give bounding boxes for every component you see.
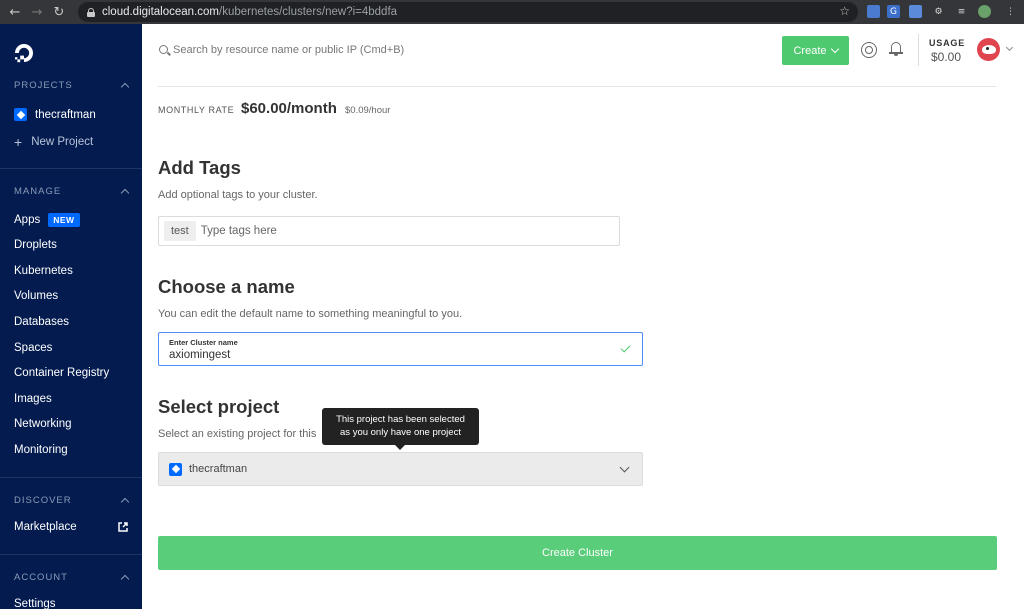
forward-arrow-icon[interactable]: → <box>28 3 46 21</box>
bookmark-star-icon[interactable]: ☆ <box>839 4 850 18</box>
monthly-rate-label: MONTHLY RATE <box>158 105 235 115</box>
extension-icon[interactable] <box>909 5 922 18</box>
section-divider <box>158 86 996 87</box>
chevron-down-icon <box>619 462 630 473</box>
create-cluster-button[interactable]: Create Cluster <box>158 536 997 570</box>
sidebar-project-thecraftman[interactable]: thecraftman <box>14 108 96 121</box>
lock-icon <box>87 7 95 17</box>
collapse-caret-icon <box>120 82 130 92</box>
cluster-name-label: Enter Cluster name <box>169 338 238 347</box>
url-path: /kubernetes/clusters/new?i=4bddfa <box>219 6 398 18</box>
usage-value[interactable]: $0.00 <box>931 50 961 64</box>
sidebar-item-settings[interactable]: Settings <box>14 598 56 609</box>
discover-section-header[interactable]: DISCOVER <box>14 495 130 507</box>
sidebar-item-networking[interactable]: Networking <box>14 418 72 430</box>
add-tags-heading: Add Tags <box>158 157 241 178</box>
digitalocean-logo-icon[interactable] <box>13 42 35 64</box>
reload-icon[interactable]: ↻ <box>50 3 68 21</box>
help-lifebuoy-icon[interactable] <box>861 42 877 58</box>
user-avatar-icon[interactable] <box>977 38 1000 61</box>
hourly-rate-value: $0.09/hour <box>345 105 391 116</box>
sidebar-divider <box>0 168 142 169</box>
new-project-link[interactable]: + New Project <box>14 135 93 149</box>
project-icon <box>14 108 27 121</box>
search-input[interactable] <box>173 40 573 60</box>
top-header: Create USAGE $0.00 <box>142 24 1024 76</box>
collapse-caret-icon <box>120 188 130 198</box>
sidebar-item-images[interactable]: Images <box>14 393 52 405</box>
sidebar-item-apps[interactable]: Apps NEW <box>14 213 80 227</box>
search-icon <box>159 45 168 54</box>
select-project-description: Select an existing project for this <box>158 428 317 440</box>
tag-chip[interactable]: test <box>164 221 196 241</box>
project-select[interactable]: thecraftman <box>158 452 643 486</box>
puzzle-extensions-icon[interactable]: ⚙ <box>932 5 945 18</box>
sidebar-item-databases[interactable]: Databases <box>14 316 69 328</box>
manage-section-header[interactable]: MANAGE <box>14 186 130 198</box>
sidebar-item-volumes[interactable]: Volumes <box>14 290 58 302</box>
checkmark-icon <box>620 342 631 353</box>
browser-menu-icon[interactable]: ⋮ <box>1004 5 1017 18</box>
sidebar: PROJECTS thecraftman + New Project MANAG… <box>0 24 142 609</box>
header-divider <box>918 34 919 66</box>
tags-field[interactable]: test <box>158 216 620 246</box>
select-project-heading: Select project <box>158 396 280 417</box>
choose-name-heading: Choose a name <box>158 276 295 297</box>
monthly-rate-value: $60.00/month <box>241 100 337 117</box>
notifications-bell-icon[interactable] <box>889 41 903 57</box>
choose-name-description: You can edit the default name to somethi… <box>158 308 463 320</box>
sidebar-item-marketplace[interactable]: Marketplace <box>14 521 128 533</box>
sidebar-item-container-registry[interactable]: Container Registry <box>14 367 109 379</box>
chevron-down-icon[interactable] <box>1005 43 1014 52</box>
extension-icon[interactable] <box>867 5 880 18</box>
create-button[interactable]: Create <box>782 36 849 65</box>
project-select-value: thecraftman <box>189 463 248 475</box>
sidebar-divider <box>0 477 142 478</box>
add-tags-description: Add optional tags to your cluster. <box>158 189 318 201</box>
projects-section-header[interactable]: PROJECTS <box>14 80 130 92</box>
chevron-down-icon <box>830 44 839 54</box>
profile-avatar-icon[interactable] <box>978 5 991 18</box>
usage-label: USAGE <box>929 38 966 48</box>
sidebar-item-kubernetes[interactable]: Kubernetes <box>14 265 73 277</box>
url-host: cloud.digitalocean.com <box>102 6 219 18</box>
plus-icon: + <box>14 134 23 150</box>
back-arrow-icon[interactable]: ← <box>6 3 24 21</box>
new-badge: NEW <box>48 213 80 227</box>
project-tooltip: This project has been selected as you on… <box>322 408 479 450</box>
collapse-caret-icon <box>120 497 130 507</box>
sidebar-item-spaces[interactable]: Spaces <box>14 342 52 354</box>
tags-input[interactable] <box>197 225 498 237</box>
translate-extension-icon[interactable]: G <box>887 5 900 18</box>
reading-list-icon[interactable]: ≡ <box>955 5 968 18</box>
sidebar-item-droplets[interactable]: Droplets <box>14 239 57 251</box>
collapse-caret-icon <box>120 574 130 584</box>
sidebar-divider <box>0 554 142 555</box>
address-bar[interactable]: cloud.digitalocean.com/kubernetes/cluste… <box>78 2 858 22</box>
sidebar-item-monitoring[interactable]: Monitoring <box>14 444 68 456</box>
browser-toolbar: ← → ↻ cloud.digitalocean.com/kubernetes/… <box>0 0 1024 24</box>
project-icon <box>169 462 182 476</box>
main-content: MONTHLY RATE $60.00/month $0.09/hour Add… <box>142 76 1024 609</box>
cluster-name-input[interactable] <box>169 348 599 362</box>
cluster-name-field[interactable]: Enter Cluster name <box>158 332 643 366</box>
account-section-header[interactable]: ACCOUNT <box>14 572 130 584</box>
external-link-icon <box>118 522 128 532</box>
